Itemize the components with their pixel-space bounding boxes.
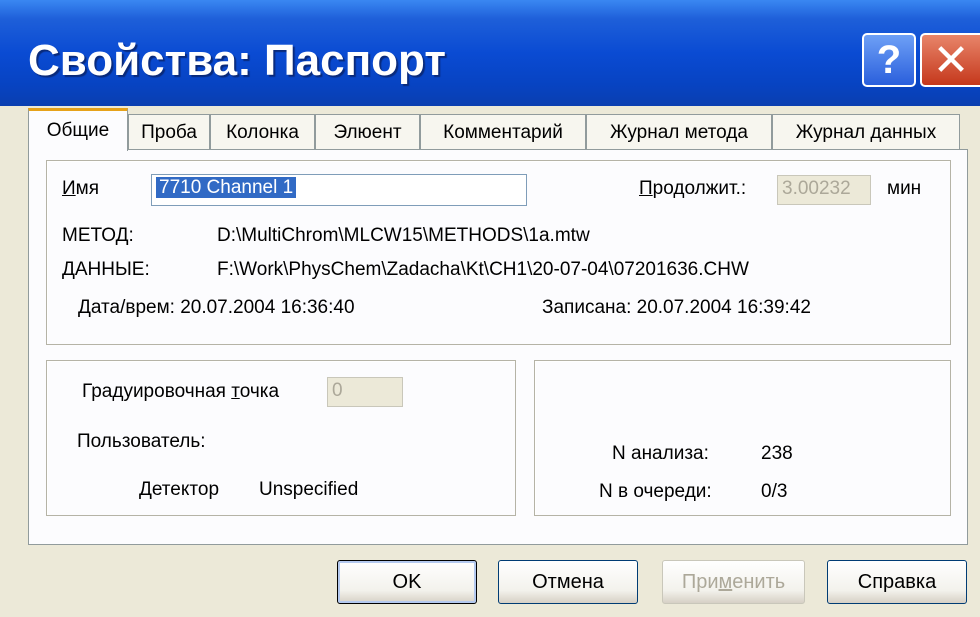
queue-number-value: 0/3 (761, 481, 788, 502)
analysis-number-value: 238 (761, 443, 793, 464)
tab-eluent[interactable]: Элюент (315, 114, 420, 150)
tab-column[interactable]: Колонка (210, 114, 315, 150)
name-label: Имя (62, 178, 100, 199)
detector-label: Детектор (139, 479, 220, 500)
recorded-datetime: Записана: 20.07.2004 16:39:42 (542, 297, 811, 318)
cancel-button[interactable]: Отмена (498, 560, 638, 604)
help-button[interactable]: Справка (827, 560, 967, 604)
calibration-point-field: 0 (327, 377, 403, 407)
name-field[interactable]: 7710 Channel 1 (151, 174, 527, 206)
apply-button[interactable]: При м енить (662, 560, 805, 604)
tab-sample[interactable]: Проба (128, 114, 210, 150)
title-bar[interactable]: Свойства: Паспорт ? ✕ (0, 0, 980, 106)
method-label: МЕТОД: (62, 225, 134, 246)
method-path: D:\MultiChrom\MLCW15\METHODS\1a.mtw (217, 225, 590, 246)
ok-button[interactable]: OK (337, 560, 477, 604)
calibration-point-label: Градуировочная точка (82, 381, 280, 402)
analysis-number-label: N анализа: (612, 443, 709, 464)
duration-label: Продолжит.: (639, 178, 747, 199)
name-field-value: 7710 Channel 1 (156, 177, 297, 198)
properties-dialog: Свойства: Паспорт ? ✕ Общие Проба Колонк… (0, 0, 980, 617)
tab-general[interactable]: Общие (28, 108, 128, 151)
analysis-counts-group: N анализа: 238 N в очереди: 0/3 (534, 360, 951, 516)
calibration-group: Градуировочная точка 0 Пользователь: Дет… (46, 360, 516, 516)
question-icon: ? (876, 37, 902, 82)
data-label: ДАННЫЕ: (62, 259, 150, 280)
tab-panel-general: Имя 7710 Channel 1 Продолжит.: 3.00232 м… (28, 149, 968, 545)
tab-comment[interactable]: Комментарий (420, 114, 586, 150)
close-title-button[interactable]: ✕ (920, 33, 980, 87)
window-title: Свойства: Паспорт (28, 36, 446, 85)
queue-number-label: N в очереди: (599, 481, 712, 502)
close-icon: ✕ (932, 35, 970, 85)
duration-field: 3.00232 (777, 175, 871, 205)
duration-unit: мин (887, 178, 922, 199)
acquisition-datetime: Дата/врем: 20.07.2004 16:36:40 (78, 297, 355, 318)
help-title-button[interactable]: ? (862, 33, 916, 87)
detector-value: Unspecified (259, 479, 359, 500)
tab-method-log[interactable]: Журнал метода (586, 114, 772, 150)
tab-data-log[interactable]: Журнал данных (772, 114, 960, 150)
data-path: F:\Work\PhysChem\Zadacha\Kt\CH1\20-07-04… (217, 259, 749, 280)
user-label: Пользователь: (77, 431, 206, 452)
passport-info-group: Имя 7710 Channel 1 Продолжит.: 3.00232 м… (46, 160, 951, 345)
